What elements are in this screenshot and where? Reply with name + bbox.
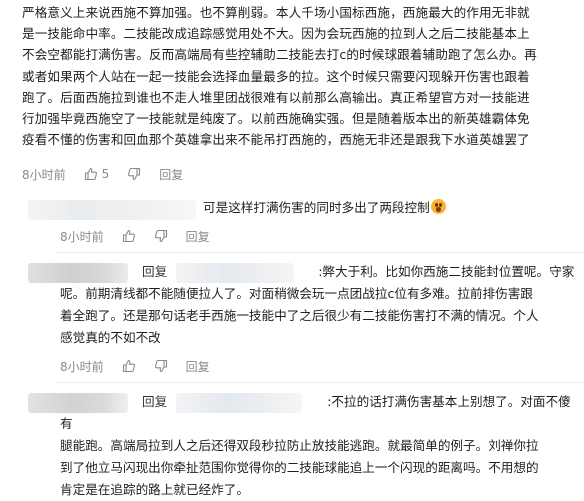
main-comment-line: 不会空都能打满伤害。反而高端局有些控辅助二技能去打c的时候球跟着辅助跑了怎么办。… <box>22 47 537 63</box>
main-comment-line: 跑了。后面西施拉到谁也不走人堆里团战很难有以前那么高输出。真正希望官方对一技能进 <box>22 89 530 105</box>
reply-line: 肯定是在追踪的路上就已经炸了。 <box>60 482 249 497</box>
blurred-username <box>28 200 196 220</box>
reply-prefix: 回复 <box>142 394 168 409</box>
reply-2-text: 回复 :弊大于利。比如你西施二技能封位置呢。守家 呢。前期清线都不能随便拉人了。对… <box>60 261 582 349</box>
main-comment-line: 行加强毕竟西施空了一技能就是纯废了。以前西施确实强。但是随着版本出的新英雄霸体免 <box>22 111 530 127</box>
shocked-emoji-icon <box>430 199 446 214</box>
reply-prefix: 回复 <box>142 264 168 279</box>
dislike-button[interactable] <box>154 229 168 243</box>
like-button[interactable]: 5 <box>84 167 110 181</box>
reply-3-text: 回复:不拉的话打满伤害基本上别想了。对面不傻有 腿能跑。高端局拉到人之后还得双段… <box>60 391 582 501</box>
main-comment-line: 严格意义上来说西施不算加强。也不算削弱。本人千场小国标西施，西施最大的作用无非就 <box>22 5 530 20</box>
like-button[interactable] <box>122 229 136 243</box>
like-button[interactable] <box>122 359 136 373</box>
comment-time: 8小时前 <box>60 359 104 374</box>
main-comment-meta: 8小时前 5 回复 <box>22 166 201 182</box>
divider <box>56 382 584 383</box>
reply-line: :不拉的话打满伤害基本上别想了。对面不傻有 <box>60 394 571 431</box>
main-comment-line: 是一技能命中率。二技能改成追踪感觉用处不大。因为会玩西施的拉到人之后二技能基本上 <box>22 26 530 42</box>
reply-line: 可是这样打满伤害的同时多出了两段控制 <box>203 200 430 215</box>
thumbs-down-icon <box>154 229 167 243</box>
like-count: 5 <box>101 167 110 181</box>
reply-line: 到了他立马闪现出你牵扯范围你觉得你的二技能球能追上一个闪现的距离吗。不用想的 <box>60 460 539 475</box>
reply-line: :弊大于利。比如你西施二技能封位置呢。守家 <box>318 264 575 279</box>
comment-time: 8小时前 <box>60 229 104 244</box>
reply-1-meta: 8小时前 回复 <box>60 228 228 244</box>
thumbs-down-icon <box>154 359 167 373</box>
reply-line: 着全跑了。还是那句话老手西施一技能中了之后很少有二技能伤害打不满的情况。个人 <box>60 308 539 323</box>
thumbs-up-icon <box>122 359 135 373</box>
thumbs-up-icon <box>84 167 97 181</box>
main-comment-line: 或者如果两个人站在一起一技能会选择血量最多的拉。这个时候只需要闪现躲开伤害也跟着 <box>22 68 530 84</box>
reply-line: 呢。前期清线都不能随便拉人了。对面稍微会玩一点团战拉c位有多难。拉前排伤害跟 <box>60 286 533 301</box>
main-comment-text: 严格意义上来说西施不算加强。也不算削弱。本人千场小国标西施，西施最大的作用无非就… <box>22 2 582 150</box>
reply-button[interactable]: 回复 <box>186 358 210 375</box>
reply-line: 感觉真的不如不改 <box>60 330 161 345</box>
thumbs-down-icon <box>128 167 141 181</box>
main-comment-line: 疫看不懂的伤害和回血那个英雄拿出来不能吊打西施的，西施无非还是跟我下水道英雄罢了 <box>22 132 530 148</box>
reply-1-text: 可是这样打满伤害的同时多出了两段控制 <box>203 197 446 219</box>
thumbs-up-icon <box>122 229 135 243</box>
reply-button[interactable]: 回复 <box>159 166 183 183</box>
reply-button[interactable]: 回复 <box>186 228 210 245</box>
dislike-button[interactable] <box>154 359 168 373</box>
reply-line: 腿能跑。高端局拉到人之后还得双段秒拉防止放技能逃跑。就最简单的例子。刘禅你拉 <box>60 438 539 453</box>
dislike-button[interactable] <box>127 167 141 181</box>
comment-time: 8小时前 <box>22 167 66 182</box>
divider <box>56 252 584 253</box>
reply-2-meta: 8小时前 回复 <box>60 358 228 374</box>
